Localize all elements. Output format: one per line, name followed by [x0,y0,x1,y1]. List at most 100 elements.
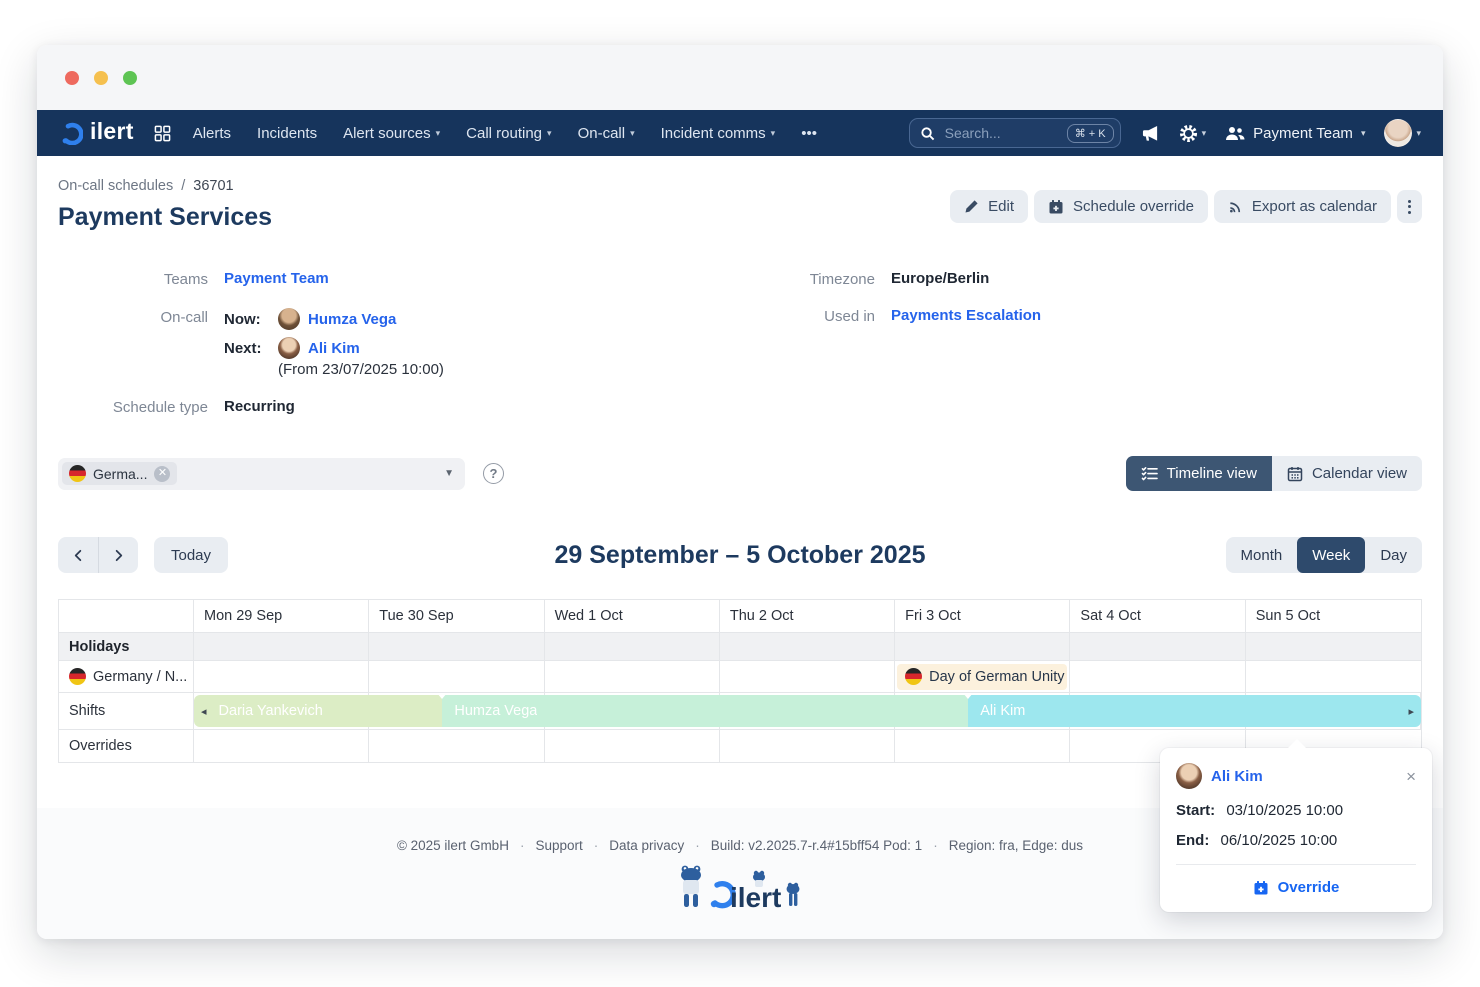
announcements-button[interactable] [1141,125,1160,142]
holiday-empty-cell [194,633,369,661]
nav-item-more[interactable]: ••• [801,125,817,142]
oncall-next-user-link[interactable]: Ali Kim [308,340,360,357]
day-header-label: Sat 4 Oct [1080,608,1140,624]
team-icon [1225,126,1245,141]
select-caret-icon: ▼ [444,468,454,479]
remove-chip-icon[interactable]: ✕ [154,466,170,482]
next-week-button[interactable] [98,537,138,573]
region-label-text: Germany / N... [93,669,187,685]
day-header-label: Fri 3 Oct [905,608,961,624]
breadcrumb-parent[interactable]: On-call schedules [58,178,173,194]
nav-item-incident-comms[interactable]: Incident comms▾ [661,125,776,142]
chevron-right-icon [112,549,125,562]
oncall-now-user-link[interactable]: Humza Vega [308,311,396,328]
schedule-override-button[interactable]: Schedule override [1034,190,1208,223]
search-input[interactable] [943,124,1059,142]
footer-copyright: © 2025 ilert GmbH [397,838,509,853]
granularity-switcher: Month Week Day [1226,537,1422,573]
footer-build-info: Build: v2.2025.7-r.4#15bff54 Pod: 1 [711,838,922,853]
nav-item-alerts[interactable]: Alerts [193,125,231,142]
override-day-cell [720,730,895,763]
nav-item-alert-sources[interactable]: Alert sources▾ [343,125,440,142]
shift-bar-humza-vega[interactable]: Humza Vega [442,695,968,727]
global-search[interactable]: ⌘ + K [909,118,1121,148]
day-view-button[interactable]: Day [1365,537,1422,573]
nav-item-call-routing[interactable]: Call routing▾ [466,125,551,142]
chevron-down-icon: ▾ [1361,128,1366,139]
settings-button[interactable]: ▾ [1179,124,1207,143]
today-button[interactable]: Today [154,537,228,573]
calendar-view-label: Calendar view [1312,465,1407,482]
team-selector[interactable]: Payment Team ▾ [1225,125,1365,142]
footer-support-link[interactable]: Support [535,838,582,853]
override-day-cell [194,730,369,763]
corner-cell [59,600,194,633]
region-day-cell [369,661,544,693]
popover-arrow [1288,739,1306,748]
holiday-event-badge[interactable]: Day of German Unity [897,664,1067,690]
shift-bar-ali-kim[interactable]: Ali Kim▸ [968,695,1421,727]
schedule-timeline-table: Mon 29 Sep Tue 30 Sep Wed 1 Oct Thu 2 Oct Fr… [58,599,1422,763]
selected-region-chip: Germa... ✕ [62,462,177,485]
holiday-event-label: Day of German Unity [929,669,1064,685]
chevron-down-icon: ▾ [1202,128,1207,139]
override-day-cell [895,730,1070,763]
popover-user-link[interactable]: Ali Kim [1211,768,1263,785]
nav-item-on-call[interactable]: On-call▾ [578,125,635,142]
traffic-light-zoom[interactable] [123,71,137,85]
timeline-header-row: Mon 29 Sep Tue 30 Sep Wed 1 Oct Thu 2 Oct Fr… [59,600,1421,633]
override-day-cell [545,730,720,763]
holidays-group-row: Holidays [59,633,1421,661]
day-header: Mon 29 Sep [194,600,369,633]
page-title: Payment Services [58,203,272,232]
help-icon[interactable]: ? [483,463,504,484]
apps-grid-icon[interactable] [154,125,171,142]
traffic-light-close[interactable] [65,71,79,85]
close-icon[interactable]: × [1406,768,1416,785]
used-in-value-link[interactable]: Payments Escalation [891,307,1041,324]
day-header: Fri 3 Oct [895,600,1070,633]
chevron-left-icon [72,549,85,562]
continues-right-icon: ▸ [1408,705,1414,718]
ilert-logo[interactable]: ilert [59,120,134,146]
top-navbar: ilert Alerts Incidents Alert sources▾ Call … [37,110,1443,156]
day-header-label: Tue 30 Sep [379,608,453,624]
popover-override-button[interactable]: Override [1176,879,1416,896]
nav-item-incidents[interactable]: Incidents [257,125,317,142]
footer-privacy-link[interactable]: Data privacy [609,838,684,853]
search-icon [920,126,935,141]
calendar-plus-icon [1253,880,1269,896]
brand-text: ilert [90,120,134,146]
chevron-down-icon: ▾ [630,128,635,139]
timeline-view-label: Timeline view [1167,465,1257,482]
region-day-cell [720,661,895,693]
region-day-cell: Day of German Unity [895,661,1070,693]
day-header-label: Sun 5 Oct [1256,608,1320,624]
rss-icon [1228,199,1243,214]
calendar-view-button[interactable]: Calendar view [1272,456,1422,491]
app-window: ilert Alerts Incidents Alert sources▾ Call … [37,45,1443,939]
shift-bar-daria-yankevich[interactable]: ◂Daria Yankevich [194,695,442,727]
edit-button[interactable]: Edit [950,190,1028,223]
holiday-empty-cell [1246,633,1421,661]
popover-divider [1176,864,1416,865]
week-view-button[interactable]: Week [1297,537,1365,573]
avatar-humza-vega [278,308,300,330]
holiday-region-select[interactable]: Germa... ✕ ▼ [58,458,465,490]
holiday-empty-cell [895,633,1070,661]
month-view-button[interactable]: Month [1226,537,1298,573]
prev-week-button[interactable] [58,537,98,573]
region-day-cell [1246,661,1421,693]
timeline-view-button[interactable]: Timeline view [1126,456,1272,491]
timezone-label: Timezone [780,270,875,288]
more-actions-button[interactable] [1397,190,1422,223]
day-header-label: Thu 2 Oct [730,608,794,624]
teams-value-link[interactable]: Payment Team [224,270,329,287]
user-menu[interactable]: ▾ [1384,119,1421,147]
traffic-light-minimize[interactable] [94,71,108,85]
day-header: Wed 1 Oct [545,600,720,633]
user-avatar [1384,119,1412,147]
export-calendar-button[interactable]: Export as calendar [1214,190,1391,223]
schedule-type-label: Schedule type [58,398,208,416]
chevron-down-icon: ▾ [436,128,441,139]
